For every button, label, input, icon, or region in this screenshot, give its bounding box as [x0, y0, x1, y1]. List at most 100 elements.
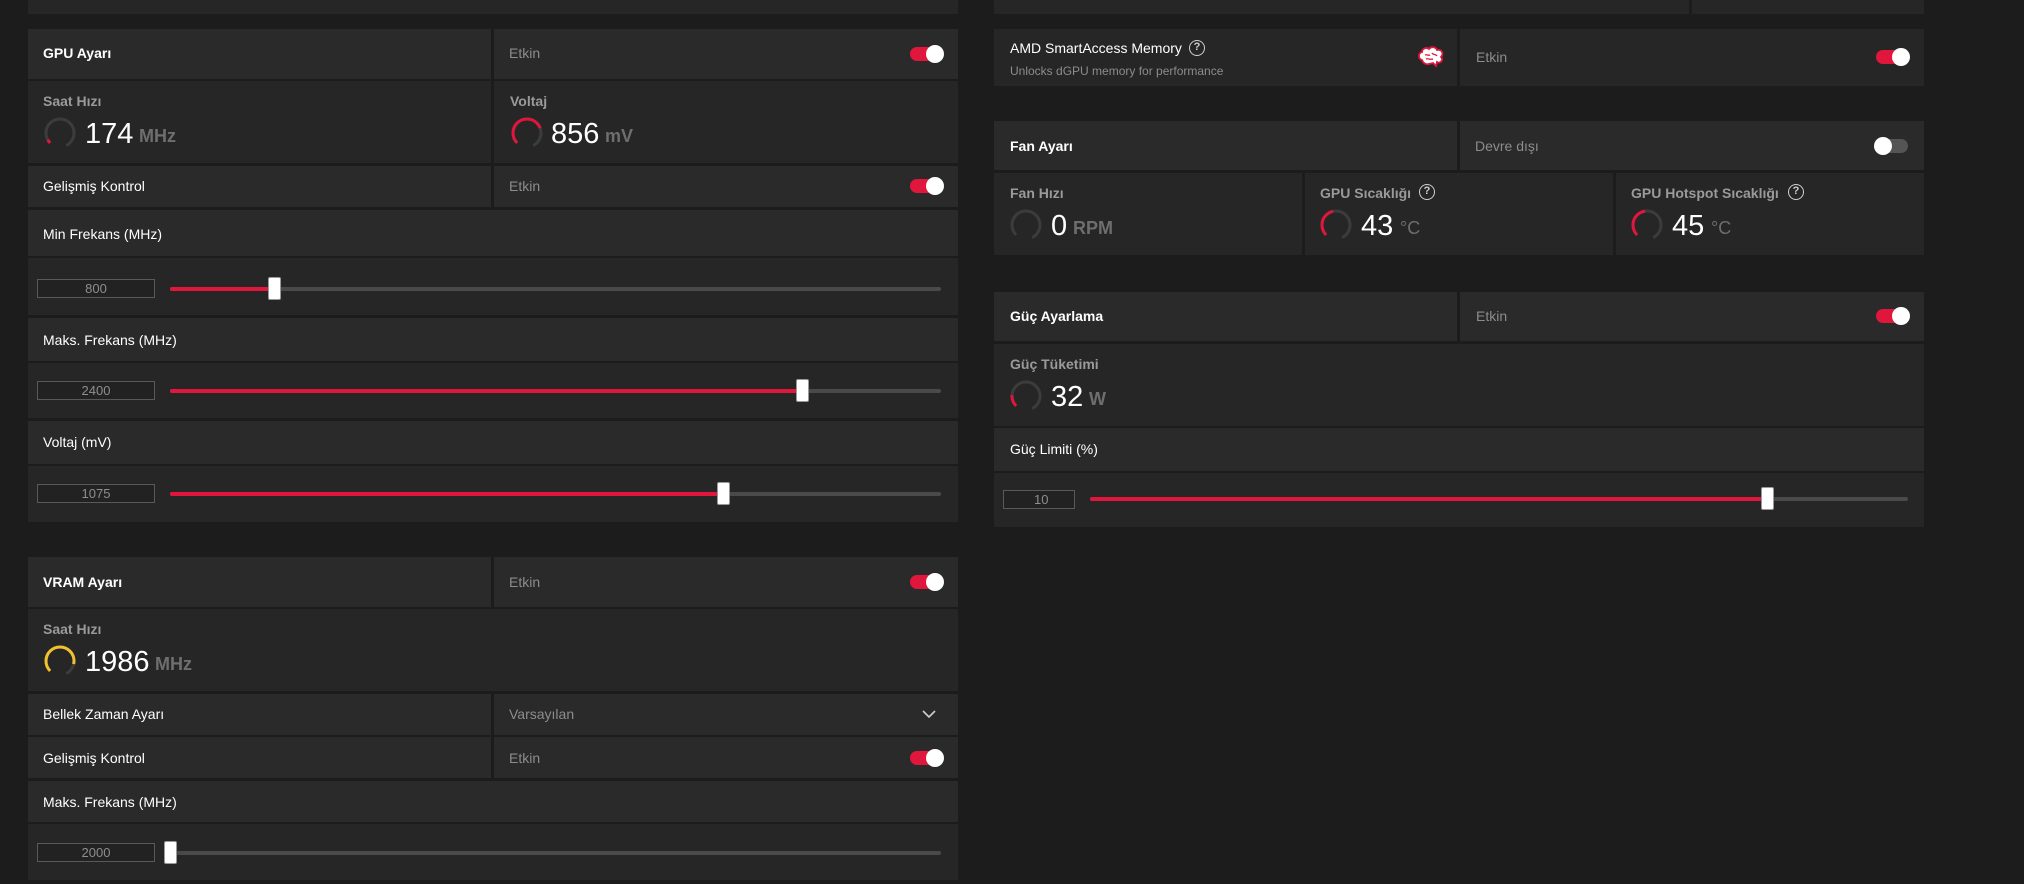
gpu-voltage-gauge-icon	[511, 117, 543, 149]
fan-settings-toggle-label: Devre dışı	[1475, 138, 1539, 154]
gpu-voltage-slider-header	[28, 421, 958, 464]
sam-toggle-label: Etkin	[1476, 49, 1508, 65]
gpu-temp-gauge-icon	[1320, 209, 1352, 241]
fan-speed-value: 0	[1051, 210, 1068, 242]
slider-fill	[1090, 497, 1768, 501]
gpu-clock-label: Saat Hızı	[43, 93, 102, 109]
divider	[491, 81, 494, 163]
power-limit-slider[interactable]	[1090, 487, 1908, 510]
power-limit-label: Güç Limiti (%)	[1010, 441, 1098, 457]
fan-settings-title: Fan Ayarı	[1010, 138, 1073, 154]
divider	[491, 694, 494, 735]
vram-metrics-row	[28, 609, 958, 691]
slider-thumb[interactable]	[164, 841, 177, 864]
hotspot-temp-label: GPU Hotspot Sıcaklığı	[1631, 185, 1779, 201]
vram-max-freq-label: Maks. Frekans (MHz)	[43, 794, 177, 810]
power-limit-header	[994, 428, 1924, 471]
brain-icon	[1418, 46, 1444, 68]
gpu-voltage-value: 856	[551, 118, 600, 150]
vram-settings-title: VRAM Ayarı	[43, 574, 123, 590]
vram-advanced-toggle[interactable]	[910, 749, 944, 767]
top-partial-row-left	[28, 0, 958, 14]
gpu-voltage-unit: mV	[605, 126, 634, 146]
help-icon[interactable]: ?	[1419, 184, 1435, 200]
gpu-max-freq-label: Maks. Frekans (MHz)	[43, 332, 177, 348]
slider-thumb[interactable]	[268, 277, 282, 300]
gpu-advanced-toggle-label: Etkin	[509, 178, 541, 194]
fan-metrics-row	[994, 173, 1924, 255]
gpu-advanced-label: Gelişmiş Kontrol	[43, 178, 145, 194]
vram-clock-value: 1986	[85, 646, 150, 678]
fan-speed-label: Fan Hızı	[1010, 185, 1064, 201]
gpu-settings-title: GPU Ayarı	[43, 45, 112, 61]
divider	[1613, 173, 1616, 255]
gpu-clock-value: 174	[85, 118, 134, 150]
power-limit-input[interactable]: 10	[1003, 490, 1075, 509]
gpu-temp-unit: °C	[1400, 218, 1421, 238]
gpu-voltage-slider-label: Voltaj (mV)	[43, 434, 112, 450]
fan-speed-gauge-icon	[1010, 209, 1042, 241]
vram-advanced-label: Gelişmiş Kontrol	[43, 750, 145, 766]
power-consumption-gauge-icon	[1010, 380, 1042, 412]
gpu-voltage-slider[interactable]	[170, 482, 941, 505]
vram-clock-label: Saat Hızı	[43, 621, 102, 637]
gpu-voltage-label: Voltaj	[510, 93, 548, 109]
help-icon[interactable]: ?	[1189, 40, 1205, 56]
gpu-min-freq-slider[interactable]	[170, 277, 941, 300]
gpu-temp-value: 43	[1361, 210, 1394, 242]
slider-thumb[interactable]	[796, 379, 810, 402]
vram-timing-dropdown[interactable]: Varsayılan	[509, 706, 574, 722]
divider	[1689, 0, 1692, 14]
divider	[491, 166, 494, 207]
vram-clock-gauge-icon	[44, 645, 76, 677]
divider	[491, 29, 494, 79]
top-partial-row-right	[994, 0, 1924, 14]
divider	[1457, 121, 1460, 170]
chevron-down-icon[interactable]	[922, 709, 936, 719]
hotspot-temp-unit: °C	[1711, 218, 1732, 238]
gpu-max-freq-slider[interactable]	[170, 379, 941, 402]
vram-max-freq-input[interactable]: 2000	[37, 843, 155, 862]
hotspot-temp-gauge-icon	[1631, 209, 1663, 241]
slider-thumb[interactable]	[716, 482, 730, 505]
gpu-settings-toggle-label: Etkin	[509, 45, 541, 61]
gpu-clock-gauge-icon	[44, 117, 76, 149]
gpu-min-freq-header	[28, 210, 958, 256]
vram-max-freq-slider[interactable]	[164, 841, 941, 864]
vram-timing-label: Bellek Zaman Ayarı	[43, 706, 165, 722]
help-icon[interactable]: ?	[1788, 184, 1804, 200]
divider	[491, 737, 494, 778]
gpu-min-freq-input[interactable]: 800	[37, 279, 155, 298]
divider	[1457, 292, 1460, 341]
sam-subtitle: Unlocks dGPU memory for performance	[1010, 64, 1224, 78]
gpu-max-freq-input[interactable]: 2400	[37, 381, 155, 400]
fan-speed-unit: RPM	[1073, 218, 1113, 238]
slider-fill	[170, 389, 803, 393]
power-consumption-label: Güç Tüketimi	[1010, 356, 1099, 372]
gpu-min-freq-label: Min Frekans (MHz)	[43, 226, 163, 242]
hotspot-temp-value: 45	[1672, 210, 1705, 242]
vram-settings-toggle[interactable]	[910, 573, 944, 591]
vram-clock-unit: MHz	[155, 654, 192, 674]
power-tuning-title: Güç Ayarlama	[1010, 308, 1104, 324]
power-consumption-value: 32	[1051, 381, 1084, 413]
fan-settings-toggle[interactable]	[1874, 137, 1908, 155]
gpu-voltage-input[interactable]: 1075	[37, 484, 155, 503]
divider	[1302, 173, 1305, 255]
sam-toggle[interactable]	[1876, 48, 1910, 66]
gpu-advanced-toggle[interactable]	[910, 177, 944, 195]
power-consumption-unit: W	[1089, 389, 1106, 409]
gpu-clock-unit: MHz	[139, 126, 176, 146]
gpu-temp-label: GPU Sıcaklığı	[1320, 185, 1412, 201]
divider	[1457, 29, 1460, 86]
gpu-settings-toggle[interactable]	[910, 45, 944, 63]
power-tuning-toggle-label: Etkin	[1476, 308, 1508, 324]
divider	[491, 557, 494, 607]
slider-fill	[170, 287, 275, 291]
power-metrics-row	[994, 344, 1924, 426]
power-tuning-toggle[interactable]	[1876, 307, 1910, 325]
slider-thumb[interactable]	[1761, 487, 1775, 510]
sam-title: AMD SmartAccess Memory	[1010, 40, 1182, 56]
vram-advanced-toggle-label: Etkin	[509, 750, 541, 766]
slider-fill	[170, 492, 723, 496]
